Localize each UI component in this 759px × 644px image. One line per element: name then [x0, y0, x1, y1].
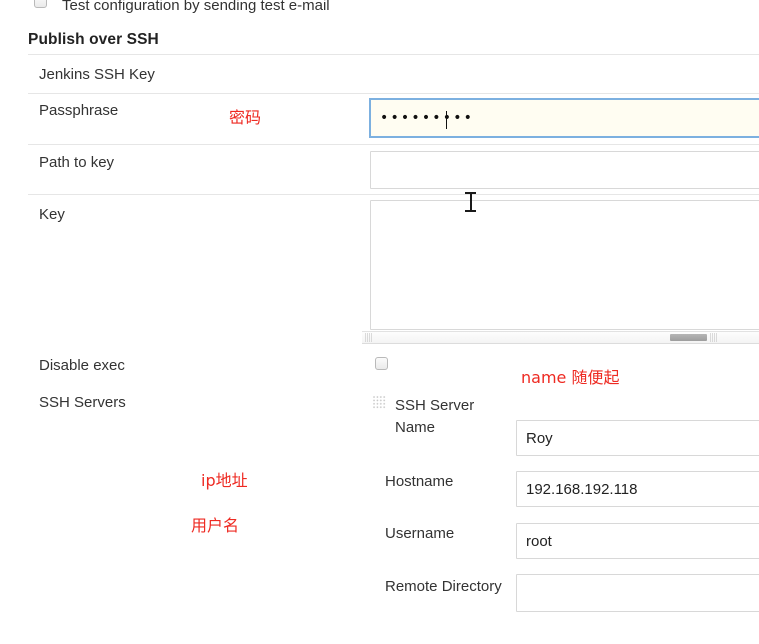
cursor-bar-bottom	[465, 210, 476, 212]
key-label: Key	[39, 206, 65, 223]
text-caret	[446, 111, 447, 129]
scrollbar-right-endcap[interactable]	[710, 333, 717, 342]
key-textarea[interactable]	[370, 200, 759, 330]
row-divider-passphrase	[28, 144, 759, 145]
path-to-key-input[interactable]	[370, 151, 759, 189]
passphrase-masked-value: •••••••••	[380, 110, 475, 126]
ssh-server-name-label: SSH Server Name	[395, 397, 475, 436]
annotation-username: 用户名	[191, 516, 240, 535]
remote-directory-label: Remote Directory	[385, 578, 502, 595]
annotation-ip-address: ip地址	[201, 471, 248, 490]
drag-handle-icon[interactable]	[373, 396, 386, 409]
username-label: Username	[385, 525, 455, 542]
section-divider	[28, 54, 759, 55]
passphrase-label: Passphrase	[39, 102, 119, 119]
section-title-publish-over-ssh: Publish over SSH	[28, 31, 159, 48]
cursor-stem	[470, 193, 472, 211]
disable-exec-checkbox[interactable]	[375, 357, 388, 370]
path-to-key-label: Path to key	[39, 154, 115, 171]
annotation-server-name: name 随便起	[521, 368, 620, 387]
row-divider-path-to-key	[28, 194, 759, 195]
hostname-label: Hostname	[385, 473, 454, 490]
annotation-passphrase: 密码	[229, 108, 262, 127]
test-configuration-checkbox[interactable]	[34, 0, 47, 8]
remote-directory-input[interactable]	[516, 574, 759, 612]
ssh-servers-label: SSH Servers	[39, 394, 126, 411]
row-divider-jenkins-key	[28, 93, 759, 94]
scrollbar-left-endcap[interactable]	[365, 333, 372, 342]
disable-exec-label: Disable exec	[39, 357, 125, 374]
username-input[interactable]	[516, 523, 759, 559]
jenkins-ssh-key-label: Jenkins SSH Key	[39, 66, 155, 83]
scrollbar-thumb[interactable]	[670, 334, 707, 341]
passphrase-input[interactable]: •••••••••	[369, 98, 759, 138]
ssh-server-name-input[interactable]	[516, 420, 759, 456]
test-configuration-label: Test configuration by sending test e-mai…	[62, 0, 330, 14]
key-horizontal-scrollbar[interactable]	[362, 331, 759, 344]
hostname-input[interactable]	[516, 471, 759, 507]
i-beam-cursor	[465, 191, 476, 213]
jenkins-configure-page: Test configuration by sending test e-mai…	[0, 0, 759, 644]
